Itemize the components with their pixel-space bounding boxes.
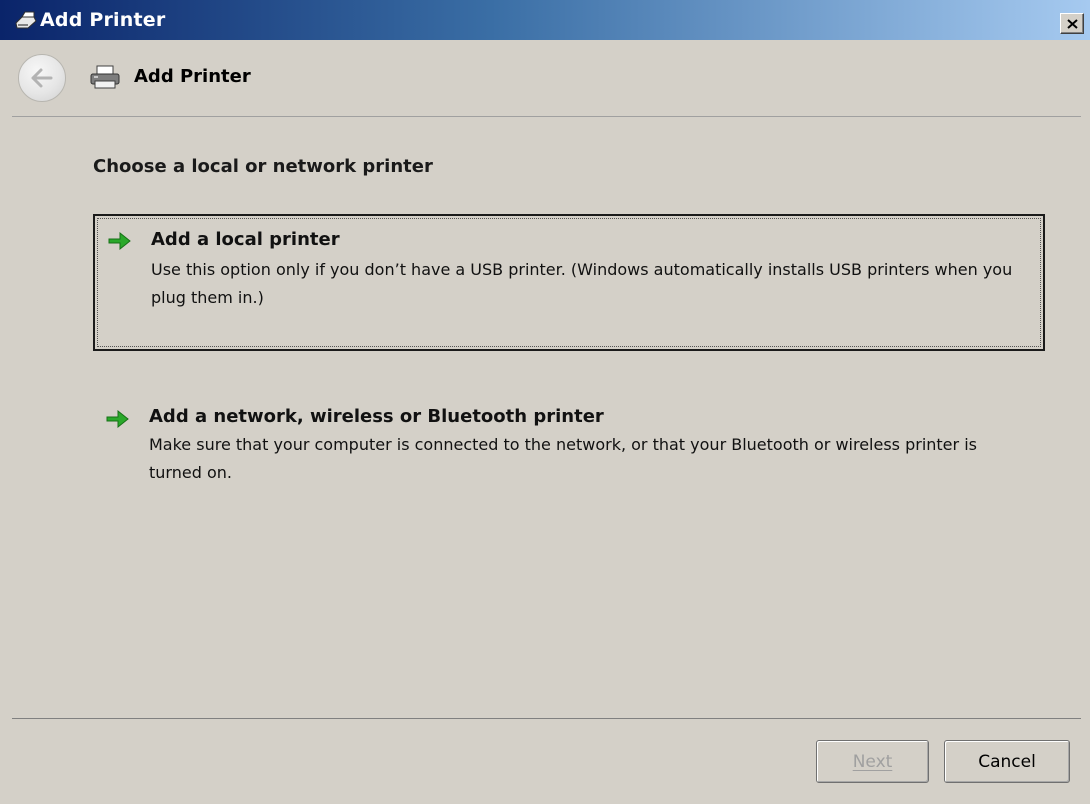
- next-button[interactable]: Next: [816, 740, 929, 783]
- add-local-printer-option[interactable]: Add a local printer Use this option only…: [93, 214, 1045, 351]
- close-button[interactable]: [1060, 13, 1084, 34]
- option-description: Make sure that your computer is connecte…: [149, 435, 977, 482]
- header-title: Add Printer: [134, 66, 251, 87]
- printer-icon: [90, 65, 120, 89]
- content-panel: Choose a local or network printer Add a …: [12, 116, 1081, 719]
- add-printer-window: Add Printer Add Printer Choose a local o…: [0, 0, 1090, 804]
- printer-wizard-icon: [15, 11, 37, 29]
- add-network-printer-option[interactable]: Add a network, wireless or Bluetooth pri…: [93, 397, 1045, 497]
- option-title: Add a network, wireless or Bluetooth pri…: [149, 406, 604, 427]
- close-icon: [1067, 19, 1078, 29]
- green-arrow-icon: [106, 409, 129, 429]
- cancel-button[interactable]: Cancel: [944, 740, 1070, 783]
- window-title: Add Printer: [40, 9, 166, 31]
- option-description: Use this option only if you don’t have a…: [151, 260, 1013, 307]
- back-arrow-icon: [31, 68, 53, 88]
- green-arrow-icon: [108, 231, 131, 251]
- back-button[interactable]: [18, 54, 66, 102]
- wizard-header: Add Printer: [0, 40, 1090, 116]
- page-heading: Choose a local or network printer: [93, 156, 433, 177]
- option-title: Add a local printer: [151, 229, 340, 250]
- title-bar[interactable]: Add Printer: [0, 0, 1090, 40]
